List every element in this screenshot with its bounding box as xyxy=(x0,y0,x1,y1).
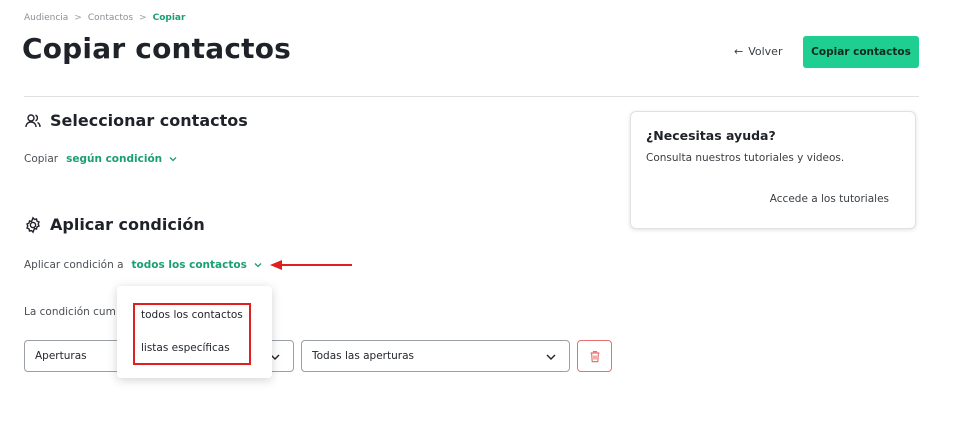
trash-icon xyxy=(590,350,599,362)
copy-mode-line: Copiar según condición xyxy=(24,153,178,165)
value-select-value: Todas las aperturas xyxy=(312,350,414,362)
breadcrumb-audiencia[interactable]: Audiencia xyxy=(24,13,68,23)
page-title: Copiar contactos xyxy=(22,32,292,65)
breadcrumb-current: Copiar xyxy=(152,13,186,23)
arrow-left-icon: ← xyxy=(734,45,744,58)
copy-prefix: Copiar xyxy=(24,153,59,165)
apply-target-line: Aplicar condición a todos los contactos xyxy=(24,259,263,271)
chevron-down-icon xyxy=(169,157,177,162)
chevron-down-icon xyxy=(254,263,262,268)
help-description: Consulta nuestros tutoriales y videos. xyxy=(646,152,845,164)
field-select-value: Aperturas xyxy=(35,350,87,362)
gear-icon xyxy=(26,215,40,234)
back-link[interactable]: ← Volver xyxy=(734,45,782,58)
tutorials-link[interactable]: Accede a los tutoriales xyxy=(770,193,889,205)
select-contacts-heading: Seleccionar contactos xyxy=(24,111,248,130)
apply-prefix: Aplicar condición a xyxy=(24,259,124,271)
chevron-right-icon: > xyxy=(74,13,82,23)
help-title: ¿Necesitas ayuda? xyxy=(646,128,776,143)
chevron-right-icon: > xyxy=(139,13,147,23)
apply-target-label: todos los contactos xyxy=(131,259,247,271)
apply-condition-title: Aplicar condición xyxy=(50,215,205,234)
condition-text: La condición cum xyxy=(24,306,116,318)
header-divider xyxy=(24,96,919,97)
breadcrumb: Audiencia > Contactos > Copiar xyxy=(24,13,185,23)
copy-mode-label: según condición xyxy=(66,153,163,165)
chevron-down-icon xyxy=(546,354,556,360)
breadcrumb-contactos[interactable]: Contactos xyxy=(88,13,133,23)
apply-target-dropdown[interactable]: todos los contactos xyxy=(132,259,263,271)
delete-condition-button[interactable] xyxy=(577,340,612,372)
help-card: ¿Necesitas ayuda? Consulta nuestros tuto… xyxy=(630,111,916,229)
annotation-arrow xyxy=(270,260,352,270)
value-select[interactable]: Todas las aperturas xyxy=(301,340,570,372)
copy-contacts-button[interactable]: Copiar contactos xyxy=(803,36,919,68)
copy-mode-dropdown[interactable]: según condición xyxy=(66,153,178,165)
back-label: Volver xyxy=(748,45,783,58)
annotation-highlight-box xyxy=(133,303,251,365)
apply-condition-heading: Aplicar condición xyxy=(24,215,205,234)
users-icon xyxy=(25,113,41,127)
select-contacts-title: Seleccionar contactos xyxy=(50,111,248,130)
